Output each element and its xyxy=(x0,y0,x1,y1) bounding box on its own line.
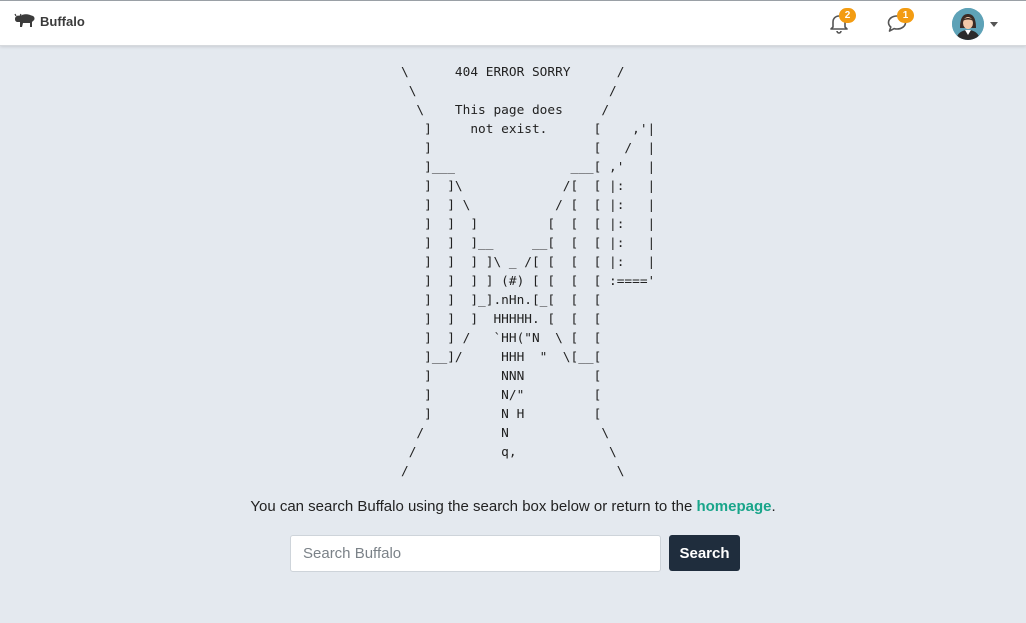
top-navbar: Buffalo 2 1 xyxy=(0,0,1026,46)
brand-label: Buffalo xyxy=(40,13,85,29)
error-message: You can search Buffalo using the search … xyxy=(0,498,1026,515)
avatar xyxy=(952,8,984,40)
buffalo-icon xyxy=(14,13,35,27)
search-button[interactable]: Search xyxy=(669,535,740,571)
homepage-link[interactable]: homepage xyxy=(696,498,771,515)
notifications-button[interactable]: 2 xyxy=(827,8,856,35)
brand-link[interactable]: Buffalo xyxy=(14,13,85,29)
messages-button[interactable]: 1 xyxy=(885,8,914,35)
search-input[interactable] xyxy=(290,535,661,572)
message-count-badge: 1 xyxy=(897,8,914,23)
chevron-down-icon xyxy=(990,21,998,27)
message-suffix: . xyxy=(771,498,776,515)
user-menu[interactable] xyxy=(952,8,998,40)
error-ascii-art: \ 404 ERROR SORRY / \ / \ This page does… xyxy=(401,65,656,479)
notification-count-badge: 2 xyxy=(839,8,856,23)
message-text: You can search Buffalo using the search … xyxy=(250,498,697,515)
